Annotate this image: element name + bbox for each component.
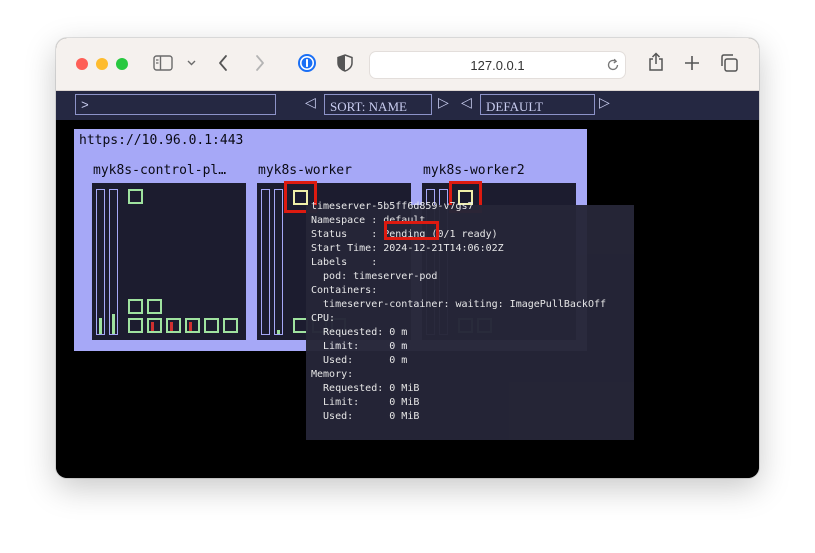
back-icon[interactable] xyxy=(218,54,228,72)
url-text: 127.0.0.1 xyxy=(470,58,525,73)
pod-labels-heading: Labels : xyxy=(311,257,378,268)
pod-icon[interactable] xyxy=(147,318,162,333)
cpu-requested: Requested: 0 m xyxy=(311,327,408,338)
minimize-window-button[interactable] xyxy=(96,58,108,70)
pod-icon[interactable] xyxy=(166,318,181,333)
node-body xyxy=(92,183,246,340)
pod-container-entry: timeserver-container: waiting: ImagePull… xyxy=(311,299,607,310)
page-content: > ◁ SORT: NAME ▷ ◁ DEFAULT ▷ https://10.… xyxy=(56,91,759,478)
memory-usage-fill xyxy=(112,314,115,334)
plus-icon[interactable] xyxy=(684,55,700,71)
sidebar-icon[interactable] xyxy=(153,55,173,71)
cpu-bar xyxy=(261,189,270,335)
forward-icon[interactable] xyxy=(255,54,265,72)
pod-icon[interactable] xyxy=(223,318,238,333)
namespace-selector[interactable]: DEFAULT xyxy=(480,94,595,115)
tabs-icon[interactable] xyxy=(720,54,738,72)
app-toolbar: > ◁ SORT: NAME ▷ ◁ DEFAULT ▷ xyxy=(56,91,759,120)
namespace-next-arrow-icon[interactable]: ▷ xyxy=(599,95,610,111)
sort-prev-arrow-icon[interactable]: ◁ xyxy=(305,95,316,111)
cpu-used: Used: 0 m xyxy=(311,355,408,366)
sort-selector[interactable]: SORT: NAME xyxy=(324,94,432,115)
pod-icon[interactable] xyxy=(128,189,143,204)
pod-icon[interactable] xyxy=(185,318,200,333)
sort-label: SORT: NAME xyxy=(330,99,407,114)
pod-name: timeserver-5b5ff6d859-v7gs7 xyxy=(311,201,474,212)
namespace-prev-arrow-icon[interactable]: ◁ xyxy=(461,95,472,111)
pod-icon[interactable] xyxy=(147,299,162,314)
onepassword-icon[interactable] xyxy=(297,53,317,73)
memory-limit: Limit: 0 MiB xyxy=(311,397,420,408)
pod-icon[interactable] xyxy=(128,318,143,333)
close-window-button[interactable] xyxy=(76,58,88,70)
shield-icon[interactable] xyxy=(337,54,353,72)
filter-input[interactable]: > xyxy=(75,94,276,115)
pod-containers-heading: Containers: xyxy=(311,285,378,296)
filter-value: > xyxy=(81,98,89,113)
cpu-usage-fill xyxy=(99,318,102,334)
share-icon[interactable] xyxy=(648,52,664,72)
node-name: myk8s-worker2 xyxy=(423,163,525,178)
browser-window: 127.0.0.1 > ◁ SORT: NAME ▷ ◁ DEFAULT ▷ h… xyxy=(56,38,759,478)
node-name: myk8s-control-pl… xyxy=(93,163,227,178)
status-highlight xyxy=(384,221,439,240)
pod-icon[interactable] xyxy=(204,318,219,333)
cpu-limit: Limit: 0 m xyxy=(311,341,408,352)
chevron-down-icon[interactable] xyxy=(187,60,196,66)
node-card-control-plane[interactable]: myk8s-control-pl… xyxy=(89,159,249,344)
pod-label-entry: pod: timeserver-pod xyxy=(311,271,438,282)
cluster-endpoint: https://10.96.0.1:443 xyxy=(79,133,244,148)
memory-used: Used: 0 MiB xyxy=(311,411,420,422)
maximize-window-button[interactable] xyxy=(116,58,128,70)
sort-next-arrow-icon[interactable]: ▷ xyxy=(438,95,449,111)
memory-bar xyxy=(274,189,283,335)
namespace-label: DEFAULT xyxy=(486,99,544,114)
memory-requested: Requested: 0 MiB xyxy=(311,383,420,394)
pod-start-time: Start Time: 2024-12-21T14:06:02Z xyxy=(311,243,504,254)
reload-icon[interactable] xyxy=(606,58,620,72)
title-bar: 127.0.0.1 xyxy=(56,38,759,91)
cpu-bar xyxy=(96,189,105,335)
node-name: myk8s-worker xyxy=(258,163,352,178)
memory-heading: Memory: xyxy=(311,369,354,380)
address-bar[interactable]: 127.0.0.1 xyxy=(369,51,626,79)
pod-detail-tooltip: timeserver-5b5ff6d859-v7gs7 Namespace : … xyxy=(306,201,634,440)
memory-usage-fill xyxy=(277,330,280,334)
pod-icon[interactable] xyxy=(128,299,143,314)
status-prefix: Status : xyxy=(311,229,384,240)
cpu-heading: CPU: xyxy=(311,313,336,324)
